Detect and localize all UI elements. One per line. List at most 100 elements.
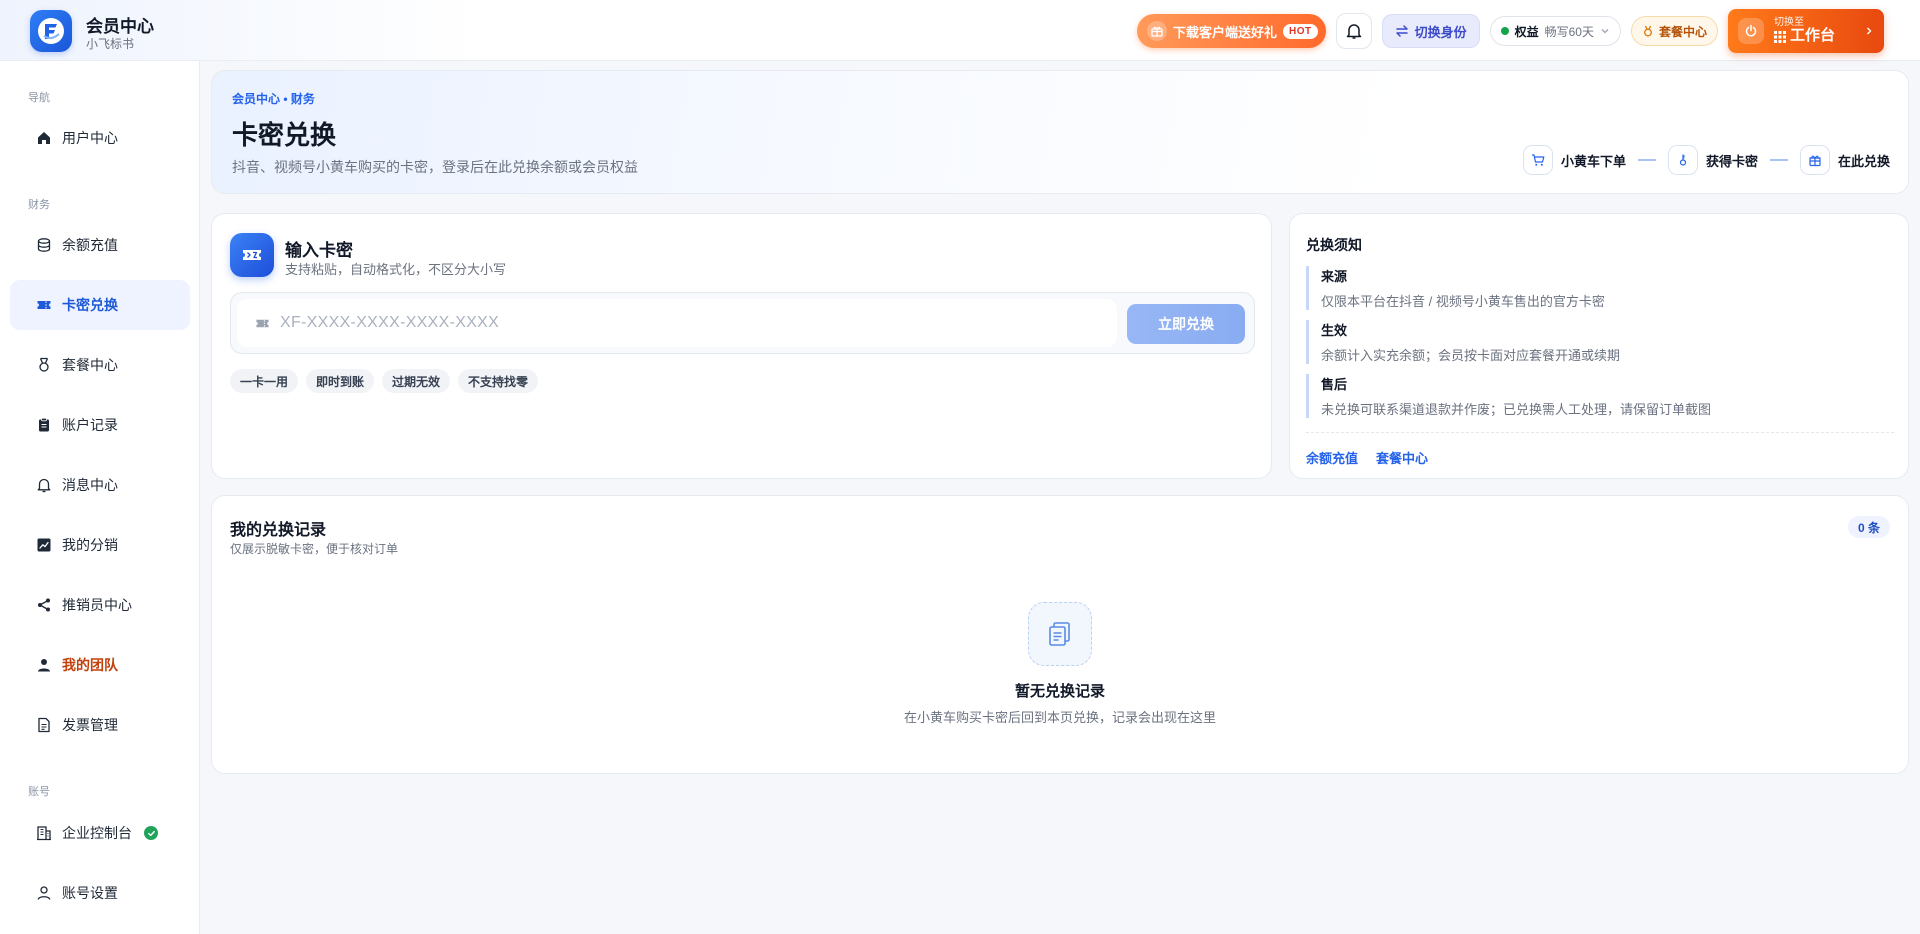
notice-item-desc: 未兑换可联系渠道退款并作废；已兑换需人工处理，请保留订单截图	[1321, 402, 1712, 417]
breadcrumb[interactable]: 会员中心 • 财务	[232, 90, 315, 107]
sidebar-item-account-settings[interactable]: 账号设置	[10, 868, 190, 918]
package-center-button[interactable]: 套餐中心	[1630, 16, 1718, 46]
user-icon	[38, 659, 50, 672]
redeem-now-button[interactable]: 立即兑换	[1127, 304, 1245, 344]
rule-tag: 一卡一用	[230, 369, 299, 393]
switch-identity-button[interactable]: 切换身份	[1381, 14, 1480, 48]
sidebar-item-account-records[interactable]: 账户记录	[10, 400, 190, 450]
page-hero: 会员中心 • 财务 卡密兑换 抖音、视频号小黄车购买的卡密，登录后在此兑换余额或…	[211, 70, 1909, 194]
sidebar-item-balance-recharge[interactable]: 余额充值	[10, 220, 190, 270]
card-code-input[interactable]	[280, 303, 1117, 343]
balance-recharge-link[interactable]: 余额充值	[1306, 448, 1358, 467]
rule-tag: 即时到账	[306, 369, 375, 393]
file-icon	[38, 717, 50, 733]
sidebar-item-label: 套餐中心	[62, 357, 118, 373]
workbench-small-label: 切换至	[1774, 17, 1804, 29]
download-client-label: 下载客户端送好礼	[1172, 24, 1277, 40]
rights-label: 权益	[1514, 24, 1539, 39]
page-description: 抖音、视频号小黄车购买的卡密，登录后在此兑换余额或会员权益	[232, 159, 638, 175]
notice-item-effect: 生效 余额计入实充余额；会员按卡面对应套餐开通或续期	[1306, 320, 1894, 364]
rule-tag: 不支持找零	[458, 369, 539, 393]
package-center-label: 套餐中心	[1658, 24, 1707, 39]
verified-check-icon	[144, 826, 158, 840]
cart-icon	[1522, 145, 1553, 175]
home-icon	[38, 132, 50, 144]
sidebar-item-label: 用户中心	[62, 130, 118, 146]
sidebar-item-salesman-center[interactable]: 推销员中心	[10, 580, 190, 630]
sidebar-item-card-redeem[interactable]: 卡密兑换	[10, 280, 190, 330]
notification-button[interactable]	[1335, 13, 1372, 49]
sidebar-item-label: 推销员中心	[62, 597, 132, 613]
sidebar-item-label: 我的分销	[62, 537, 118, 553]
sidebar-item-label: 余额充值	[62, 237, 118, 253]
bell-icon	[37, 478, 51, 493]
sidebar-group-account: 账号	[28, 786, 50, 798]
notice-links: 余额充值 套餐中心	[1306, 448, 1428, 467]
redeem-input-card: 输入卡密 支持粘贴，自动格式化，不区分大小写 立即兑换 一卡一用 即时到账 过期…	[211, 213, 1272, 479]
sidebar-item-label: 账号设置	[62, 885, 118, 901]
sidebar-item-label: 消息中心	[62, 477, 118, 493]
redeem-steps: 小黄车下单 获得卡密 在此兑换	[1522, 145, 1890, 175]
building-icon	[37, 826, 51, 841]
ticket-icon	[230, 233, 274, 277]
code-input-box: 立即兑换	[230, 292, 1255, 354]
notice-item-desc: 余额计入实充余额；会员按卡面对应套餐开通或续期	[1321, 348, 1621, 363]
hot-badge: HOT	[1282, 23, 1318, 39]
page-title: 卡密兑换	[232, 120, 337, 150]
redeem-card-title: 输入卡密	[285, 241, 353, 260]
empty-documents-icon	[1028, 602, 1092, 666]
step-label: 小黄车下单	[1560, 153, 1626, 169]
step-label: 获得卡密	[1705, 153, 1758, 169]
medal-icon	[39, 357, 49, 372]
clipboard-icon	[39, 417, 49, 432]
download-client-button[interactable]: 下载客户端送好礼 HOT	[1136, 14, 1326, 48]
records-subtitle: 仅展示脱敏卡密，便于核对订单	[230, 542, 399, 556]
rights-dropdown[interactable]: 权益 畅写60天	[1489, 16, 1621, 46]
rule-tag: 过期无效	[382, 369, 451, 393]
step-connector	[1769, 159, 1788, 161]
notice-item-after-sales: 售后 未兑换可联系渠道退款并作废；已兑换需人工处理，请保留订单截图	[1306, 374, 1894, 418]
database-icon	[37, 238, 51, 252]
sidebar-item-enterprise-console[interactable]: 企业控制台	[10, 808, 190, 858]
key-icon	[1667, 145, 1698, 175]
ticket-icon	[37, 301, 51, 309]
notice-item-desc: 仅限本平台在抖音 / 视频号小黄车售出的官方卡密	[1321, 294, 1605, 309]
gift-icon	[1799, 145, 1830, 175]
medal-icon	[1644, 25, 1652, 37]
step-connector	[1637, 159, 1656, 161]
sidebar-item-label: 账户记录	[62, 417, 118, 433]
empty-state-title: 暂无兑换记录	[1014, 683, 1105, 700]
power-icon	[1738, 18, 1764, 44]
redeem-notice-card: 兑换须知 来源 仅限本平台在抖音 / 视频号小黄车售出的官方卡密 生效 余额计入…	[1289, 213, 1909, 479]
notice-item-title: 售后	[1321, 377, 1348, 392]
sidebar-item-invoice-management[interactable]: 发票管理	[10, 700, 190, 750]
chevron-right-icon	[1867, 27, 1872, 35]
sidebar-item-message-center[interactable]: 消息中心	[10, 460, 190, 510]
user-outline-icon	[37, 886, 51, 900]
step-label: 在此兑换	[1837, 153, 1890, 169]
sidebar-item-my-team[interactable]: 我的团队	[10, 640, 190, 690]
notice-title: 兑换须知	[1306, 237, 1362, 253]
swap-icon	[1395, 25, 1408, 37]
sidebar-item-label: 卡密兑换	[62, 297, 118, 313]
status-dot	[1500, 27, 1509, 35]
bell-icon	[1346, 24, 1361, 39]
brand-title: 会员中心	[86, 17, 154, 36]
header-actions: 下载客户端送好礼 HOT 切换身份 权益 畅写60天 套餐中心 切换至 工作台	[1136, 9, 1884, 53]
notice-item-source: 来源 仅限本平台在抖音 / 视频号小黄车售出的官方卡密	[1306, 266, 1894, 310]
switch-workbench-button[interactable]: 切换至 工作台	[1728, 9, 1884, 53]
package-center-link[interactable]: 套餐中心	[1376, 448, 1428, 467]
brand-logo[interactable]	[30, 10, 72, 52]
sidebar-item-my-distribution[interactable]: 我的分销	[10, 520, 190, 570]
sidebar-item-package-center[interactable]: 套餐中心	[10, 340, 190, 390]
sidebar: 导航 用户中心 财务 余额充值 卡密兑换 套餐中心 账户记录 消息中心 我的分销…	[0, 61, 200, 934]
redeem-records-card: 我的兑换记录 仅展示脱敏卡密，便于核对订单 0 条 暂无兑换记录 在小黄车购买卡…	[211, 495, 1909, 774]
sidebar-item-user-center[interactable]: 用户中心	[10, 113, 190, 163]
empty-state-description: 在小黄车购买卡密后回到本页兑换，记录会出现在这里	[903, 710, 1216, 725]
notice-divider	[1306, 432, 1894, 433]
notice-item-title: 来源	[1321, 269, 1348, 284]
redeem-rule-tags: 一卡一用 即时到账 过期无效 不支持找零	[230, 369, 539, 393]
sidebar-group-finance: 财务	[28, 199, 50, 211]
grid-icon	[1774, 30, 1786, 43]
gift-icon	[1146, 21, 1167, 41]
